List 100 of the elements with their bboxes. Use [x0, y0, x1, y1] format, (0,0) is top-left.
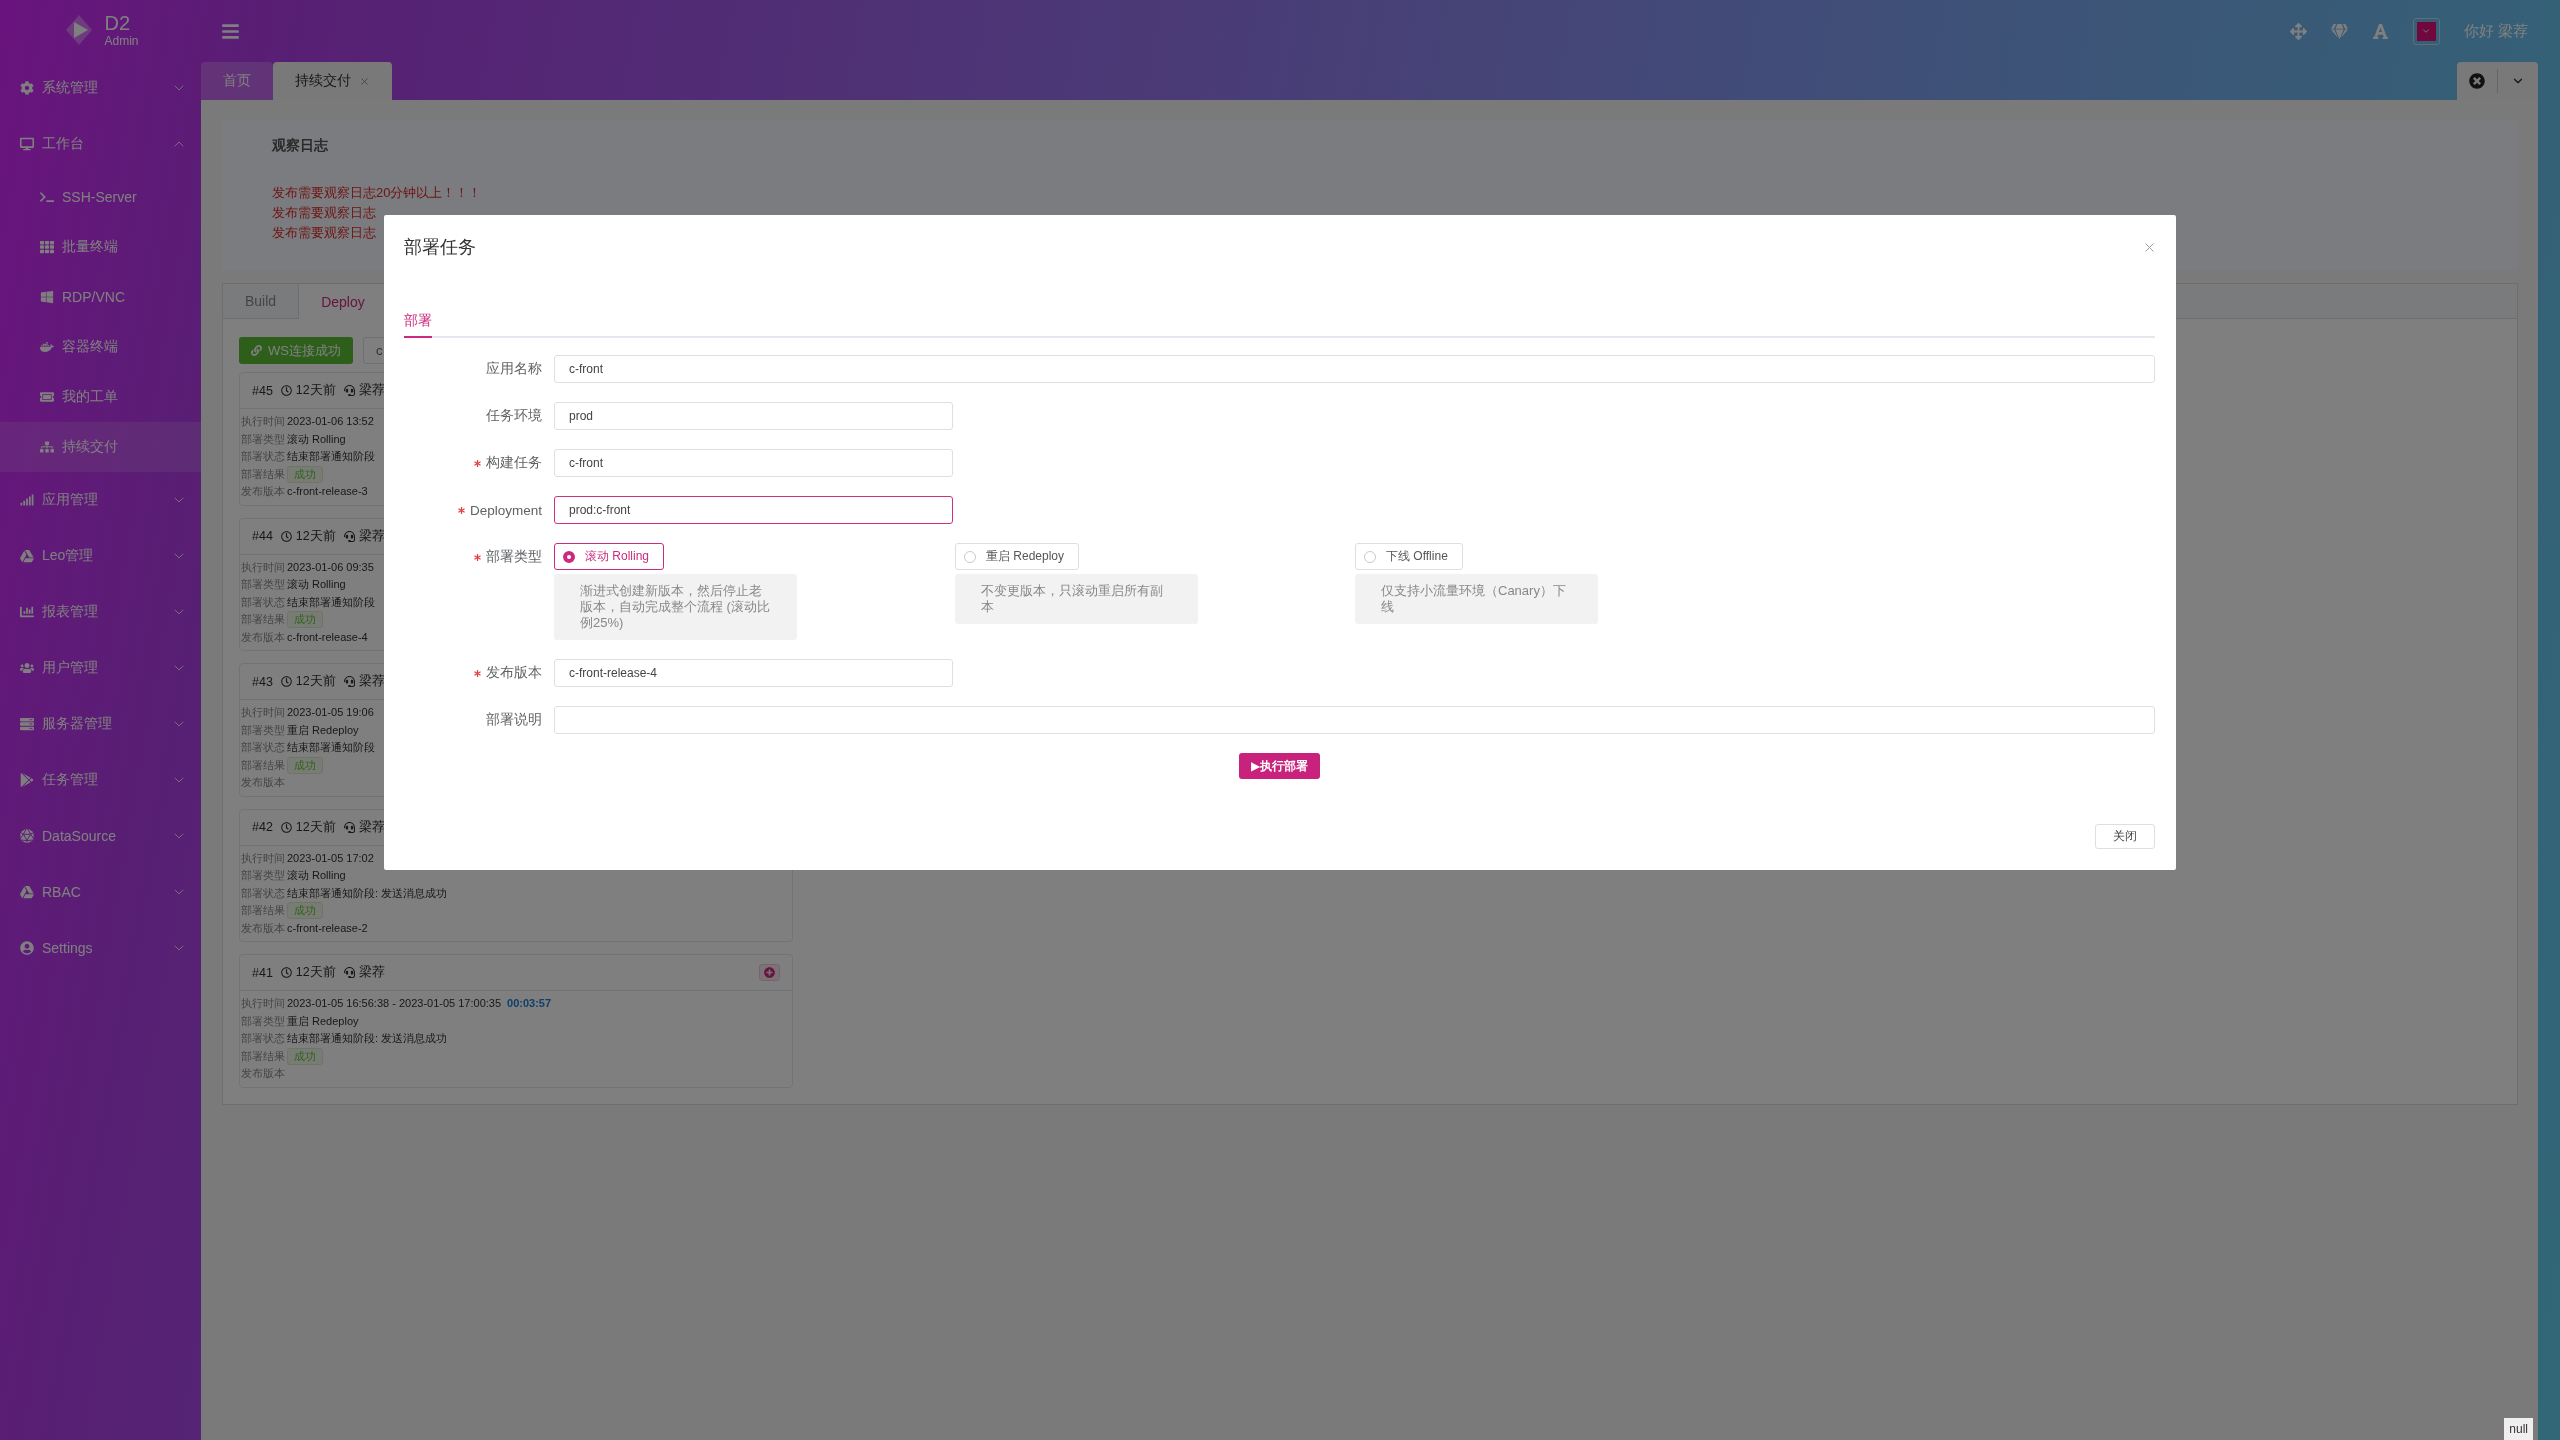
input-field[interactable]: prod — [554, 402, 953, 430]
record-id: #44 — [252, 529, 273, 543]
log-line: 发布需要观察日志 — [272, 224, 377, 242]
server-icon — [20, 717, 34, 731]
record-user: 梁荐 — [358, 527, 385, 545]
clock-icon — [280, 385, 292, 396]
field-value: c-front-release-2 — [287, 920, 368, 936]
dialog-title: 部署任务 — [404, 236, 476, 259]
field-value: 结束部署通知阶段: 发送消息成功 — [287, 885, 448, 901]
record-id: #43 — [252, 674, 273, 689]
input-field[interactable] — [554, 706, 2155, 734]
log-title: 观察日志 — [272, 136, 329, 155]
ticket-icon — [40, 390, 54, 404]
option-hint: 仅支持小流量环境（Canary）下线 — [1355, 574, 1598, 624]
brand-subtitle: Admin — [104, 35, 139, 47]
polyhedron-icon — [20, 829, 34, 843]
input-field[interactable]: c-front — [554, 449, 953, 477]
field-value: c-front-release-4 — [287, 629, 368, 645]
field-value: 结束部署通知阶段: 发送消息成功 — [287, 1031, 448, 1046]
color-picker[interactable] — [2412, 17, 2440, 45]
required-icon — [474, 459, 481, 467]
user-greeting[interactable]: 你好 梁荐 — [2463, 21, 2528, 41]
radio-button[interactable]: 滚动 Rolling — [554, 543, 665, 570]
record-age: 12天前 — [295, 673, 336, 690]
record-id: #41 — [252, 965, 273, 980]
sidebar-item[interactable]: 系统管理 — [0, 60, 201, 116]
sidebar-item[interactable]: 应用管理 — [0, 472, 201, 528]
log-line: 发布需要观察日志 — [272, 204, 377, 222]
page-tab[interactable]: 持续交付 — [273, 62, 392, 100]
grid-icon — [40, 240, 54, 254]
status-tag: 成功 — [287, 1047, 323, 1065]
deploy-button[interactable]: ▶执行部署 — [1238, 753, 1321, 779]
status-tag: 成功 — [287, 465, 323, 483]
debug-badge: null — [2504, 1418, 2533, 1440]
diamond-icon[interactable] — [2330, 22, 2348, 40]
sidebar-item[interactable]: SSH-Server — [0, 172, 201, 222]
status-tag: 成功 — [287, 756, 323, 774]
record-id: #45 — [252, 383, 273, 398]
ws-status-button[interactable]: WS连接成功 — [239, 337, 353, 364]
record-age: 12天前 — [295, 818, 336, 836]
sidebar-item[interactable]: 服务器管理 — [0, 696, 201, 752]
record-user: 梁荐 — [358, 964, 385, 981]
play-icon — [20, 773, 34, 787]
menu-icon[interactable] — [221, 21, 240, 41]
log-line: 发布需要观察日志20分钟以上！！！ — [272, 184, 483, 202]
sidebar-item[interactable]: Leo管理 — [0, 528, 201, 584]
sidebar-item[interactable]: 我的工单 — [0, 372, 201, 422]
clock-icon — [280, 676, 292, 687]
status-tag: 成功 — [287, 902, 323, 920]
field-value: 重启 Redeploy — [287, 1013, 359, 1029]
sidebar-item[interactable]: RDP/VNC — [0, 272, 201, 322]
record-user: 梁荐 — [358, 818, 385, 836]
font-icon[interactable] — [2371, 22, 2389, 40]
required-icon — [457, 506, 465, 514]
add-button[interactable] — [759, 964, 780, 981]
tab[interactable]: 部署 — [404, 310, 432, 338]
field-label: 应用名称 — [486, 360, 542, 378]
plus-icon — [764, 967, 775, 978]
triangle-icon — [20, 885, 34, 899]
chevron-down-icon — [2421, 26, 2432, 36]
sidebar-item[interactable]: Settings — [0, 920, 201, 976]
link-icon — [251, 345, 262, 356]
option-hint: 渐进式创建新版本，然后停止老版本，自动完成整个流程 (滚动比例25%) — [554, 574, 797, 640]
sidebar-item[interactable]: 报表管理 — [0, 584, 201, 640]
field-label: Deployment — [469, 502, 542, 518]
record-id: #42 — [252, 820, 273, 834]
sidebar-item[interactable]: DataSource — [0, 808, 201, 864]
sidebar-item[interactable]: 工作台 — [0, 116, 201, 172]
field-value: 结束部署通知阶段 — [287, 740, 375, 755]
required-icon — [474, 669, 481, 677]
radio-button[interactable]: 重启 Redeploy — [955, 543, 1080, 570]
field-value: c-front-release-3 — [287, 484, 368, 499]
headset-icon — [343, 821, 355, 833]
users-icon — [20, 661, 34, 675]
input-field[interactable]: prod:c-front — [554, 496, 953, 524]
field-label: 部署类型 — [486, 548, 542, 566]
triangle-icon — [20, 549, 34, 563]
field-value: 滚动 Rolling — [287, 577, 346, 592]
record-user: 梁荐 — [358, 673, 385, 690]
clock-icon — [280, 530, 292, 542]
close-icon[interactable] — [359, 75, 370, 87]
sidebar-item[interactable]: RBAC — [0, 864, 201, 920]
radio-button[interactable]: 下线 Offline — [1355, 543, 1463, 570]
sidebar-item[interactable]: 容器终端 — [0, 322, 201, 372]
record-age: 12天前 — [295, 527, 336, 545]
input-field[interactable]: c-front-release-4 — [554, 659, 953, 687]
sidebar-item[interactable]: 用户管理 — [0, 640, 201, 696]
sidebar-item[interactable]: 批量终端 — [0, 222, 201, 272]
input-field[interactable]: c-front — [554, 355, 2155, 383]
field-label: 部署说明 — [486, 711, 542, 729]
monitor-icon — [20, 137, 34, 151]
headset-icon — [343, 676, 355, 687]
sidebar-item[interactable]: 任务管理 — [0, 752, 201, 808]
clock-icon — [280, 821, 292, 833]
field-value: 滚动 Rolling — [287, 431, 346, 447]
close-button[interactable]: 关闭 — [2095, 824, 2155, 849]
field-value: 2023-01-06 09:35 — [287, 559, 374, 575]
move-icon[interactable] — [2289, 22, 2307, 40]
field-value: 结束部署通知阶段 — [287, 449, 375, 464]
option-hint: 不变更版本，只滚动重启所有副本 — [955, 574, 1198, 624]
